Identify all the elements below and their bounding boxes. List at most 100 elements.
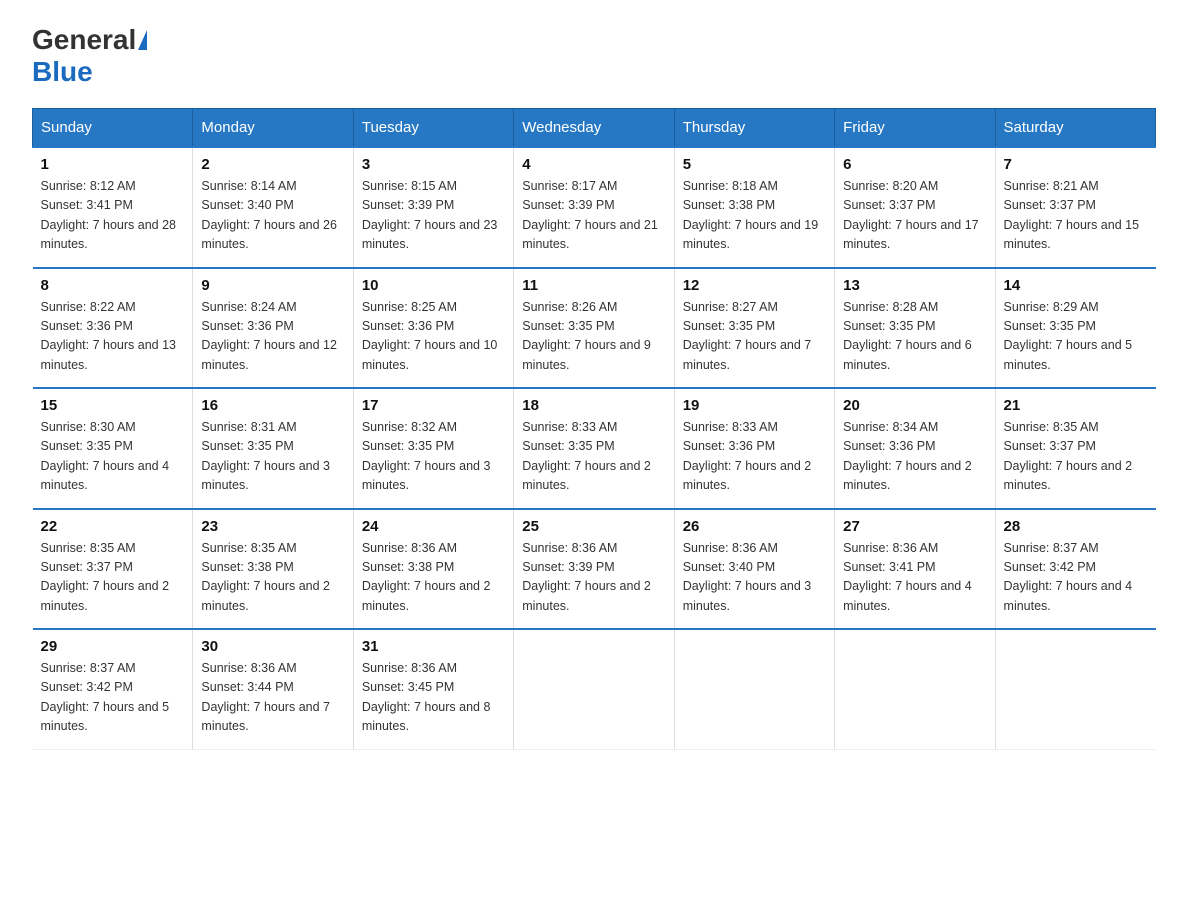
calendar-cell: 2 Sunrise: 8:14 AMSunset: 3:40 PMDayligh… — [193, 147, 353, 268]
day-info: Sunrise: 8:26 AMSunset: 3:35 PMDaylight:… — [522, 300, 651, 372]
calendar-cell: 16 Sunrise: 8:31 AMSunset: 3:35 PMDaylig… — [193, 388, 353, 509]
day-info: Sunrise: 8:36 AMSunset: 3:40 PMDaylight:… — [683, 541, 812, 613]
day-number: 12 — [683, 277, 826, 294]
logo: General Blue — [32, 24, 147, 88]
calendar-cell — [514, 629, 674, 749]
calendar-cell: 5 Sunrise: 8:18 AMSunset: 3:38 PMDayligh… — [674, 147, 834, 268]
day-info: Sunrise: 8:32 AMSunset: 3:35 PMDaylight:… — [362, 420, 491, 492]
day-info: Sunrise: 8:33 AMSunset: 3:36 PMDaylight:… — [683, 420, 812, 492]
day-info: Sunrise: 8:34 AMSunset: 3:36 PMDaylight:… — [843, 420, 972, 492]
logo-blue-text: Blue — [32, 56, 93, 87]
calendar-cell: 18 Sunrise: 8:33 AMSunset: 3:35 PMDaylig… — [514, 388, 674, 509]
day-number: 17 — [362, 397, 505, 414]
calendar-cell: 24 Sunrise: 8:36 AMSunset: 3:38 PMDaylig… — [353, 509, 513, 630]
day-number: 25 — [522, 518, 665, 535]
day-info: Sunrise: 8:36 AMSunset: 3:45 PMDaylight:… — [362, 661, 491, 733]
week-row-1: 1 Sunrise: 8:12 AMSunset: 3:41 PMDayligh… — [33, 147, 1156, 268]
column-header-sunday: Sunday — [33, 109, 193, 148]
calendar-header-row: SundayMondayTuesdayWednesdayThursdayFrid… — [33, 109, 1156, 148]
calendar-cell — [995, 629, 1155, 749]
day-info: Sunrise: 8:36 AMSunset: 3:38 PMDaylight:… — [362, 541, 491, 613]
day-info: Sunrise: 8:36 AMSunset: 3:41 PMDaylight:… — [843, 541, 972, 613]
calendar-cell: 31 Sunrise: 8:36 AMSunset: 3:45 PMDaylig… — [353, 629, 513, 749]
day-info: Sunrise: 8:22 AMSunset: 3:36 PMDaylight:… — [41, 300, 177, 372]
day-number: 3 — [362, 156, 505, 173]
day-info: Sunrise: 8:30 AMSunset: 3:35 PMDaylight:… — [41, 420, 170, 492]
day-number: 15 — [41, 397, 185, 414]
calendar-cell: 12 Sunrise: 8:27 AMSunset: 3:35 PMDaylig… — [674, 268, 834, 389]
day-number: 13 — [843, 277, 986, 294]
logo-general-text: General — [32, 24, 136, 56]
column-header-friday: Friday — [835, 109, 995, 148]
day-number: 30 — [201, 638, 344, 655]
day-info: Sunrise: 8:36 AMSunset: 3:44 PMDaylight:… — [201, 661, 330, 733]
column-header-thursday: Thursday — [674, 109, 834, 148]
calendar-cell: 8 Sunrise: 8:22 AMSunset: 3:36 PMDayligh… — [33, 268, 193, 389]
day-info: Sunrise: 8:37 AMSunset: 3:42 PMDaylight:… — [41, 661, 170, 733]
day-info: Sunrise: 8:25 AMSunset: 3:36 PMDaylight:… — [362, 300, 498, 372]
calendar-cell: 1 Sunrise: 8:12 AMSunset: 3:41 PMDayligh… — [33, 147, 193, 268]
calendar-cell: 6 Sunrise: 8:20 AMSunset: 3:37 PMDayligh… — [835, 147, 995, 268]
day-info: Sunrise: 8:14 AMSunset: 3:40 PMDaylight:… — [201, 179, 337, 251]
calendar-cell: 23 Sunrise: 8:35 AMSunset: 3:38 PMDaylig… — [193, 509, 353, 630]
day-number: 19 — [683, 397, 826, 414]
calendar-cell: 13 Sunrise: 8:28 AMSunset: 3:35 PMDaylig… — [835, 268, 995, 389]
calendar-cell: 10 Sunrise: 8:25 AMSunset: 3:36 PMDaylig… — [353, 268, 513, 389]
day-number: 8 — [41, 277, 185, 294]
calendar-cell: 29 Sunrise: 8:37 AMSunset: 3:42 PMDaylig… — [33, 629, 193, 749]
week-row-2: 8 Sunrise: 8:22 AMSunset: 3:36 PMDayligh… — [33, 268, 1156, 389]
day-info: Sunrise: 8:17 AMSunset: 3:39 PMDaylight:… — [522, 179, 658, 251]
day-info: Sunrise: 8:37 AMSunset: 3:42 PMDaylight:… — [1004, 541, 1133, 613]
day-number: 21 — [1004, 397, 1148, 414]
calendar-cell: 30 Sunrise: 8:36 AMSunset: 3:44 PMDaylig… — [193, 629, 353, 749]
day-info: Sunrise: 8:21 AMSunset: 3:37 PMDaylight:… — [1004, 179, 1140, 251]
calendar-cell — [674, 629, 834, 749]
day-info: Sunrise: 8:35 AMSunset: 3:38 PMDaylight:… — [201, 541, 330, 613]
day-number: 20 — [843, 397, 986, 414]
day-info: Sunrise: 8:31 AMSunset: 3:35 PMDaylight:… — [201, 420, 330, 492]
day-info: Sunrise: 8:18 AMSunset: 3:38 PMDaylight:… — [683, 179, 819, 251]
day-number: 23 — [201, 518, 344, 535]
calendar-cell: 9 Sunrise: 8:24 AMSunset: 3:36 PMDayligh… — [193, 268, 353, 389]
column-header-wednesday: Wednesday — [514, 109, 674, 148]
day-info: Sunrise: 8:12 AMSunset: 3:41 PMDaylight:… — [41, 179, 177, 251]
calendar-table: SundayMondayTuesdayWednesdayThursdayFrid… — [32, 108, 1156, 750]
calendar-cell: 20 Sunrise: 8:34 AMSunset: 3:36 PMDaylig… — [835, 388, 995, 509]
day-number: 7 — [1004, 156, 1148, 173]
day-info: Sunrise: 8:15 AMSunset: 3:39 PMDaylight:… — [362, 179, 498, 251]
calendar-cell: 15 Sunrise: 8:30 AMSunset: 3:35 PMDaylig… — [33, 388, 193, 509]
calendar-cell: 17 Sunrise: 8:32 AMSunset: 3:35 PMDaylig… — [353, 388, 513, 509]
calendar-cell: 22 Sunrise: 8:35 AMSunset: 3:37 PMDaylig… — [33, 509, 193, 630]
day-number: 16 — [201, 397, 344, 414]
calendar-cell — [835, 629, 995, 749]
day-info: Sunrise: 8:36 AMSunset: 3:39 PMDaylight:… — [522, 541, 651, 613]
calendar-cell: 21 Sunrise: 8:35 AMSunset: 3:37 PMDaylig… — [995, 388, 1155, 509]
day-number: 6 — [843, 156, 986, 173]
calendar-cell: 26 Sunrise: 8:36 AMSunset: 3:40 PMDaylig… — [674, 509, 834, 630]
calendar-cell: 19 Sunrise: 8:33 AMSunset: 3:36 PMDaylig… — [674, 388, 834, 509]
calendar-cell: 3 Sunrise: 8:15 AMSunset: 3:39 PMDayligh… — [353, 147, 513, 268]
day-number: 9 — [201, 277, 344, 294]
day-number: 18 — [522, 397, 665, 414]
day-number: 10 — [362, 277, 505, 294]
column-header-saturday: Saturday — [995, 109, 1155, 148]
calendar-cell: 4 Sunrise: 8:17 AMSunset: 3:39 PMDayligh… — [514, 147, 674, 268]
column-header-monday: Monday — [193, 109, 353, 148]
day-number: 5 — [683, 156, 826, 173]
calendar-cell: 7 Sunrise: 8:21 AMSunset: 3:37 PMDayligh… — [995, 147, 1155, 268]
week-row-4: 22 Sunrise: 8:35 AMSunset: 3:37 PMDaylig… — [33, 509, 1156, 630]
day-number: 2 — [201, 156, 344, 173]
day-info: Sunrise: 8:29 AMSunset: 3:35 PMDaylight:… — [1004, 300, 1133, 372]
day-number: 28 — [1004, 518, 1148, 535]
calendar-cell: 11 Sunrise: 8:26 AMSunset: 3:35 PMDaylig… — [514, 268, 674, 389]
page-header: General Blue — [32, 24, 1156, 88]
calendar-cell: 27 Sunrise: 8:36 AMSunset: 3:41 PMDaylig… — [835, 509, 995, 630]
day-number: 27 — [843, 518, 986, 535]
day-number: 14 — [1004, 277, 1148, 294]
day-info: Sunrise: 8:33 AMSunset: 3:35 PMDaylight:… — [522, 420, 651, 492]
day-number: 26 — [683, 518, 826, 535]
calendar-cell: 25 Sunrise: 8:36 AMSunset: 3:39 PMDaylig… — [514, 509, 674, 630]
day-number: 11 — [522, 277, 665, 294]
day-info: Sunrise: 8:35 AMSunset: 3:37 PMDaylight:… — [41, 541, 170, 613]
day-info: Sunrise: 8:24 AMSunset: 3:36 PMDaylight:… — [201, 300, 337, 372]
